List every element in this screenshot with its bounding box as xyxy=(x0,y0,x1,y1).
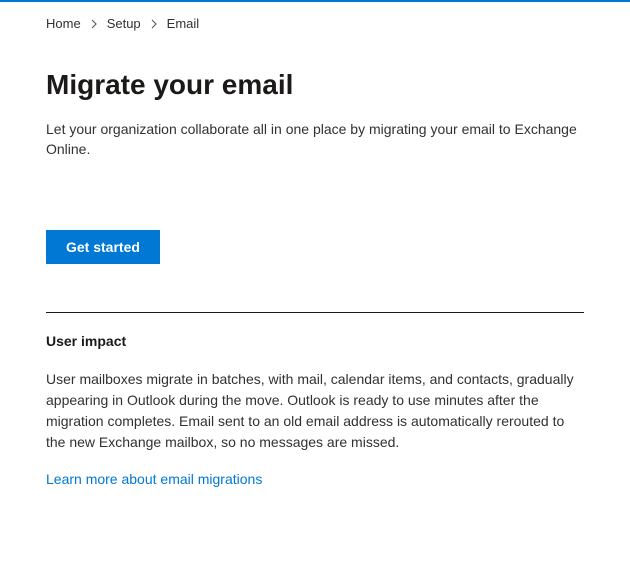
page-title: Migrate your email xyxy=(46,69,584,101)
breadcrumb: Home Setup Email xyxy=(46,16,584,31)
breadcrumb-current: Email xyxy=(167,16,200,31)
user-impact-heading: User impact xyxy=(46,333,584,349)
learn-more-link[interactable]: Learn more about email migrations xyxy=(46,471,262,487)
page-description: Let your organization collaborate all in… xyxy=(46,119,584,160)
user-impact-body: User mailboxes migrate in batches, with … xyxy=(46,369,584,453)
breadcrumb-setup[interactable]: Setup xyxy=(107,16,141,31)
get-started-button[interactable]: Get started xyxy=(46,230,160,264)
chevron-right-icon xyxy=(89,19,99,29)
section-divider xyxy=(46,312,584,313)
chevron-right-icon xyxy=(149,19,159,29)
breadcrumb-home[interactable]: Home xyxy=(46,16,81,31)
